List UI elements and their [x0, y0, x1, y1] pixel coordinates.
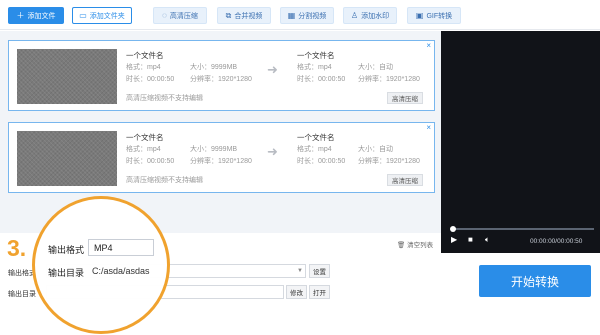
edit-note: 高清压缩视频不支持编辑 [126, 95, 203, 102]
progress-handle[interactable] [450, 226, 456, 232]
zoom-format-label: 输出格式 [48, 245, 85, 255]
source-duration: 时长：00:00:50 [126, 76, 175, 83]
source-resolution: 分辨率：1920*1280 [190, 158, 252, 165]
modify-button[interactable]: 修改 [286, 285, 307, 299]
convert-arrow-icon: ➜ [267, 144, 278, 159]
close-icon[interactable]: × [426, 124, 431, 132]
player-time: 00:00:00/00:00:50 [530, 238, 583, 245]
merge-icon: ⧉ [225, 10, 232, 20]
gif-icon: ▣ [415, 10, 424, 20]
target-size: 大小：自动 [358, 64, 393, 71]
video-thumbnail [17, 49, 117, 104]
hd-compress-tag-button[interactable]: 高清压缩 [387, 174, 423, 186]
watermark-icon: ♙ [350, 10, 359, 20]
source-size: 大小：9999MB [190, 146, 238, 153]
file-card[interactable]: 一个文件名 格式：mp4 大小：9999MB 时长：00:00:50 分辨率：1… [8, 122, 435, 193]
target-size: 大小：自动 [358, 146, 393, 153]
zoom-format-field[interactable]: MP4 [88, 239, 154, 256]
source-name: 一个文件名 [126, 133, 164, 142]
zoom-dir-label: 输出目录 [48, 268, 85, 278]
toolbar: ＋ 添加文件 ▭ 添加文件夹 ◌ 高清压缩 ⧉ 合并视频 ▦ 分割视频 ♙ 添加… [0, 0, 600, 30]
source-duration: 时长：00:00:50 [126, 158, 175, 165]
file-card[interactable]: 一个文件名 格式：mp4 大小：9999MB 时长：00:00:50 分辨率：1… [8, 40, 435, 111]
volume-icon[interactable]: 🔈︎ [485, 236, 490, 244]
target-resolution: 分辨率：1920*1280 [358, 158, 420, 165]
gif-convert-button[interactable]: ▣ GIF转换 [407, 7, 461, 24]
edit-note: 高清压缩视频不支持编辑 [126, 177, 203, 184]
close-icon[interactable]: × [426, 42, 431, 50]
target-format: 格式：mp4 [297, 64, 332, 71]
hd-compress-button[interactable]: ◌ 高清压缩 [153, 7, 207, 24]
add-file-button[interactable]: ＋ 添加文件 [8, 7, 64, 24]
play-icon[interactable]: ▶ [451, 236, 457, 244]
chevron-down-icon[interactable]: ▼ [297, 268, 303, 274]
output-dir-label: 输出目录 [8, 291, 36, 298]
compress-icon: ◌ [162, 10, 167, 20]
step-number: 3. [7, 235, 27, 261]
progress-bar[interactable] [452, 228, 594, 230]
stop-icon[interactable]: ■ [468, 236, 473, 244]
source-resolution: 分辨率：1920*1280 [190, 76, 252, 83]
file-list: 一个文件名 格式：mp4 大小：9999MB 时长：00:00:50 分辨率：1… [0, 31, 441, 233]
folder-icon: ▭ [79, 10, 87, 20]
target-duration: 时长：00:00:50 [297, 158, 346, 165]
split-icon: ▦ [287, 10, 296, 20]
target-resolution: 分辨率：1920*1280 [358, 76, 420, 83]
source-size: 大小：9999MB [190, 64, 238, 71]
trash-icon: 🗑︎ [397, 242, 406, 249]
target-name: 一个文件名 [297, 133, 335, 142]
clear-list-button[interactable]: 🗑︎ 清空列表 [397, 239, 433, 249]
target-name: 一个文件名 [297, 51, 335, 60]
merge-video-button[interactable]: ⧉ 合并视频 [217, 7, 271, 24]
target-format: 格式：mp4 [297, 146, 332, 153]
zoom-callout [32, 196, 170, 334]
target-duration: 时长：00:00:50 [297, 76, 346, 83]
split-video-button[interactable]: ▦ 分割视频 [280, 7, 334, 24]
start-convert-button[interactable]: 开始转换 [479, 265, 591, 297]
convert-arrow-icon: ➜ [267, 62, 278, 77]
source-name: 一个文件名 [126, 51, 164, 60]
add-folder-button[interactable]: ▭ 添加文件夹 [72, 7, 132, 24]
add-watermark-button[interactable]: ♙ 添加水印 [343, 7, 397, 24]
plus-icon: ＋ [16, 10, 25, 20]
zoom-dir-value: C:/asda/asdas [92, 266, 150, 276]
hd-compress-tag-button[interactable]: 高清压缩 [387, 92, 423, 104]
video-thumbnail [17, 131, 117, 186]
source-format: 格式：mp4 [126, 146, 161, 153]
video-preview [441, 31, 600, 253]
open-button[interactable]: 打开 [309, 285, 330, 299]
settings-button[interactable]: 设置 [309, 264, 330, 278]
source-format: 格式：mp4 [126, 64, 161, 71]
